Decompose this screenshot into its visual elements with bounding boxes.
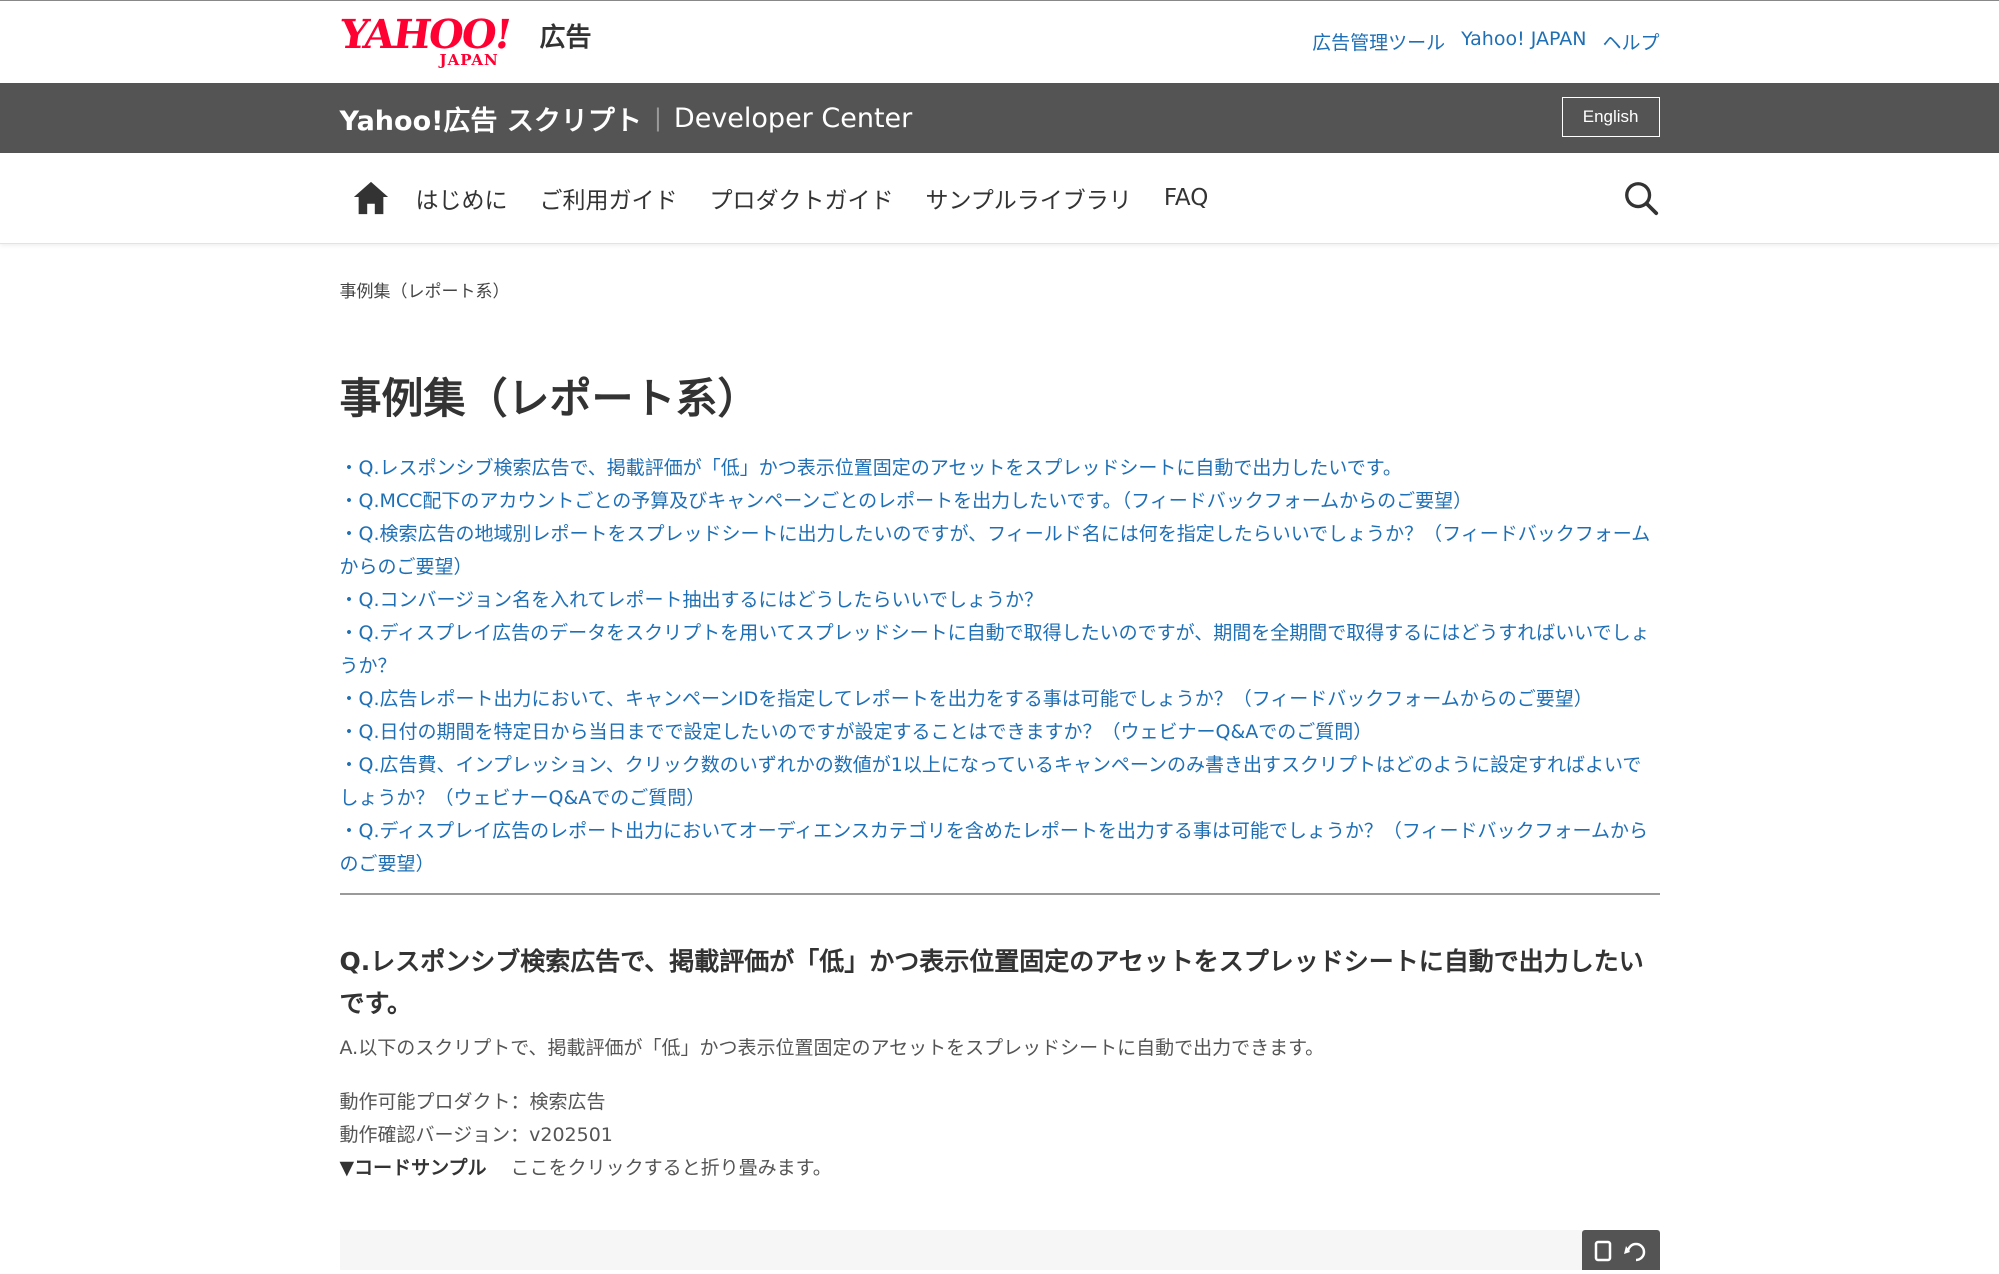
header-links: 広告管理ツール Yahoo! JAPAN ヘルプ [1312,28,1659,55]
link-help[interactable]: ヘルプ [1602,28,1659,55]
toc-item: ・Q.広告費、インプレッション、クリック数のいずれかの数値が1以上になっているキ… [340,749,1660,815]
code-sample-toggle[interactable]: ▼コードサンプル ここをクリックすると折り畳みます。 [340,1152,1660,1185]
top-header: YAHOO! JAPAN 広告 広告管理ツール Yahoo! JAPAN ヘルプ [0,1,1999,83]
toc-item: ・Q.ディスプレイ広告のデータをスクリプトを用いてスプレッドシートに自動で取得し… [340,617,1660,683]
verified-version: 動作確認バージョン：v202501 [339,1124,613,1146]
toc-link[interactable]: ・Q.コンバージョン名を入れてレポート抽出するにはどうしたらいいでしょうか？ [340,589,1043,611]
toc-item: ・Q.日付の期間を特定日から当日までで設定したいのですが設定することはできますか… [340,716,1660,749]
code-tools [1581,1230,1660,1270]
main-nav: はじめに ご利用ガイド プロダクトガイド サンプルライブラリ FAQ [0,153,1999,244]
toc-link[interactable]: ・Q.広告費、インプレッション、クリック数のいずれかの数値が1以上になっているキ… [340,754,1642,809]
language-english-button[interactable]: English [1561,97,1660,137]
toc-link[interactable]: ・Q.ディスプレイ広告のデータをスクリプトを用いてスプレッドシートに自動で取得し… [340,622,1650,677]
nav-item-getting-started[interactable]: はじめに [416,181,508,215]
code-block [339,1230,1660,1270]
brand-title[interactable]: Yahoo!広告 スクリプト [340,99,642,138]
search-icon[interactable] [1622,179,1660,217]
breadcrumb: 事例集（レポート系） [339,282,510,302]
link-ads-manager[interactable]: 広告管理ツール [1312,28,1445,55]
toc-list: ・Q.レスポンシブ検索広告で、掲載評価が「低」かつ表示位置固定のアセットをスプレ… [340,452,1660,881]
home-icon[interactable] [352,179,390,217]
nav-item-usage-guide[interactable]: ご利用ガイド [540,181,678,215]
nav-item-product-guide[interactable]: プロダクトガイド [710,181,894,215]
toc-link[interactable]: ・Q.MCC配下のアカウントごとの予算及びキャンペーンごとのレポートを出力したい… [340,490,1473,512]
toc-link[interactable]: ・Q.日付の期間を特定日から当日までで設定したいのですが設定することはできますか… [340,721,1373,743]
toc-link[interactable]: ・Q.レスポンシブ検索広告で、掲載評価が「低」かつ表示位置固定のアセットをスプレ… [340,457,1402,479]
toc-item: ・Q.コンバージョン名を入れてレポート抽出するにはどうしたらいいでしょうか？ [340,584,1660,617]
question-heading: Q.レスポンシブ検索広告で、掲載評価が「低」かつ表示位置固定のアセットをスプレッ… [339,947,1644,1018]
copy-icon[interactable] [1582,1230,1660,1270]
brand-separator: | [653,104,662,132]
toc-item: ・Q.ディスプレイ広告のレポート出力においてオーディエンスカテゴリを含めたレポー… [340,815,1660,881]
section-divider [339,893,1660,895]
logo-sub: JAPAN [439,51,499,69]
toc-link[interactable]: ・Q.ディスプレイ広告のレポート出力においてオーディエンスカテゴリを含めたレポー… [340,820,1648,875]
link-yahoo-japan[interactable]: Yahoo! JAPAN [1461,28,1586,55]
main-content: 事例集（レポート系） 事例集（レポート系） ・Q.レスポンシブ検索広告で、掲載評… [339,277,1660,1185]
code-sample-label: ▼コードサンプル [339,1157,487,1179]
developer-center-title[interactable]: Developer Center [674,103,912,134]
logo-ad: 広告 [539,23,592,53]
toc-item: ・Q.レスポンシブ検索広告で、掲載評価が「低」かつ表示位置固定のアセットをスプレ… [340,452,1660,485]
nav-item-faq[interactable]: FAQ [1164,185,1209,211]
yahoo-ads-logo[interactable]: YAHOO! JAPAN 広告 [336,11,592,69]
nav-item-sample-library[interactable]: サンプルライブラリ [926,181,1132,215]
code-sample-hint: ここをクリックすると折り畳みます。 [510,1157,832,1179]
toc-item: ・Q.広告レポート出力において、キャンペーンIDを指定してレポートを出力をする事… [340,683,1660,716]
toc-item: ・Q.MCC配下のアカウントごとの予算及びキャンペーンごとのレポートを出力したい… [340,485,1660,518]
answer-text: A.以下のスクリプトで、掲載評価が「低」かつ表示位置固定のアセットをスプレッドシ… [339,1037,1325,1059]
toc-item: ・Q.検索広告の地域別レポートをスプレッドシートに出力したいのですが、フィールド… [340,518,1660,584]
toc-link[interactable]: ・Q.検索広告の地域別レポートをスプレッドシートに出力したいのですが、フィールド… [340,523,1651,578]
supported-product: 動作可能プロダクト：検索広告 [339,1091,606,1113]
brand-bar: Yahoo!広告 スクリプト | Developer Center Englis… [0,83,1999,153]
toc-link[interactable]: ・Q.広告レポート出力において、キャンペーンIDを指定してレポートを出力をする事… [340,688,1593,710]
page-title: 事例集（レポート系） [339,374,760,423]
logo-word: YAHOO! [336,11,513,58]
